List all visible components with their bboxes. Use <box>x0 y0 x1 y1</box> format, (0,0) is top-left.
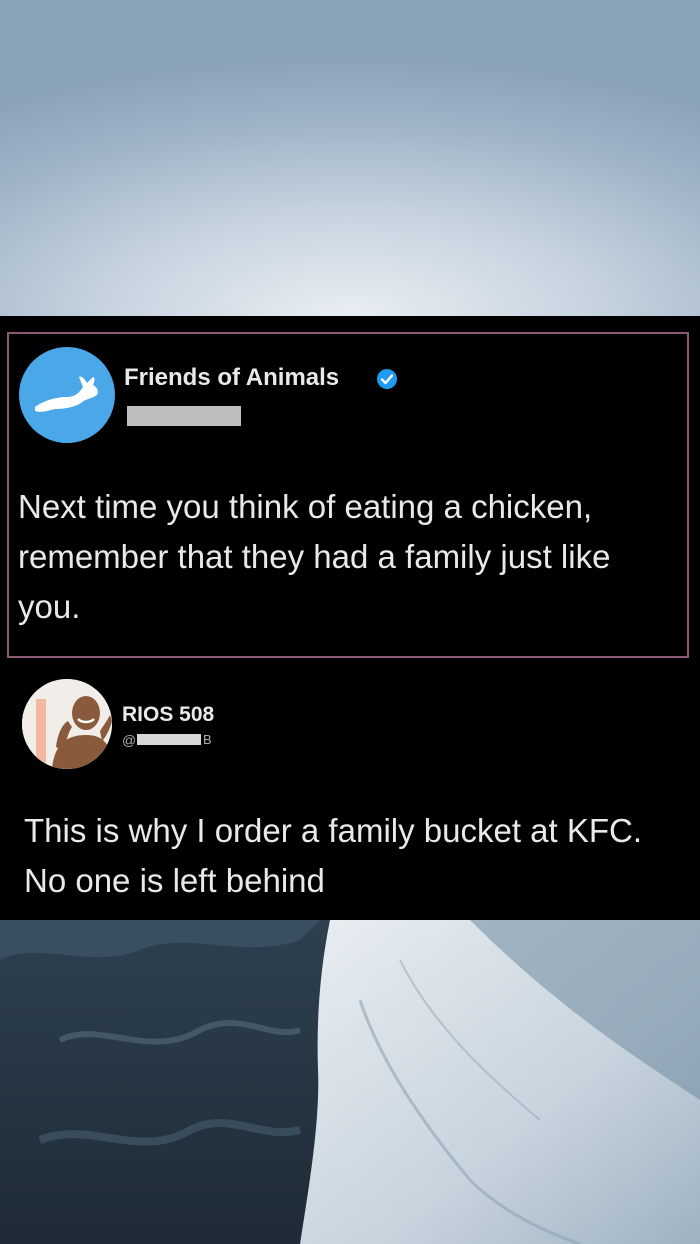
hare-icon <box>35 376 98 412</box>
verified-badge-icon <box>376 368 398 390</box>
sky-background <box>0 0 700 316</box>
tweet-screenshot-panel: Friends of Animals Next time you think o… <box>0 316 700 920</box>
tweet-text: Next time you think of eating a chicken,… <box>18 488 611 625</box>
mountain-background <box>0 920 700 1244</box>
redacted-handle <box>127 406 241 426</box>
tweet-text: This is why I order a family bucket at K… <box>24 812 643 899</box>
redacted-handle <box>137 734 201 745</box>
handle-prefix: @ <box>122 732 137 748</box>
handle-suffix: B <box>203 732 212 747</box>
friends-of-animals-avatar[interactable] <box>19 347 115 443</box>
author-name[interactable]: Friends of Animals <box>124 364 339 392</box>
rios-508-avatar[interactable] <box>22 679 112 769</box>
person-avatar <box>22 679 112 769</box>
author-name[interactable]: RIOS 508 <box>122 703 214 727</box>
